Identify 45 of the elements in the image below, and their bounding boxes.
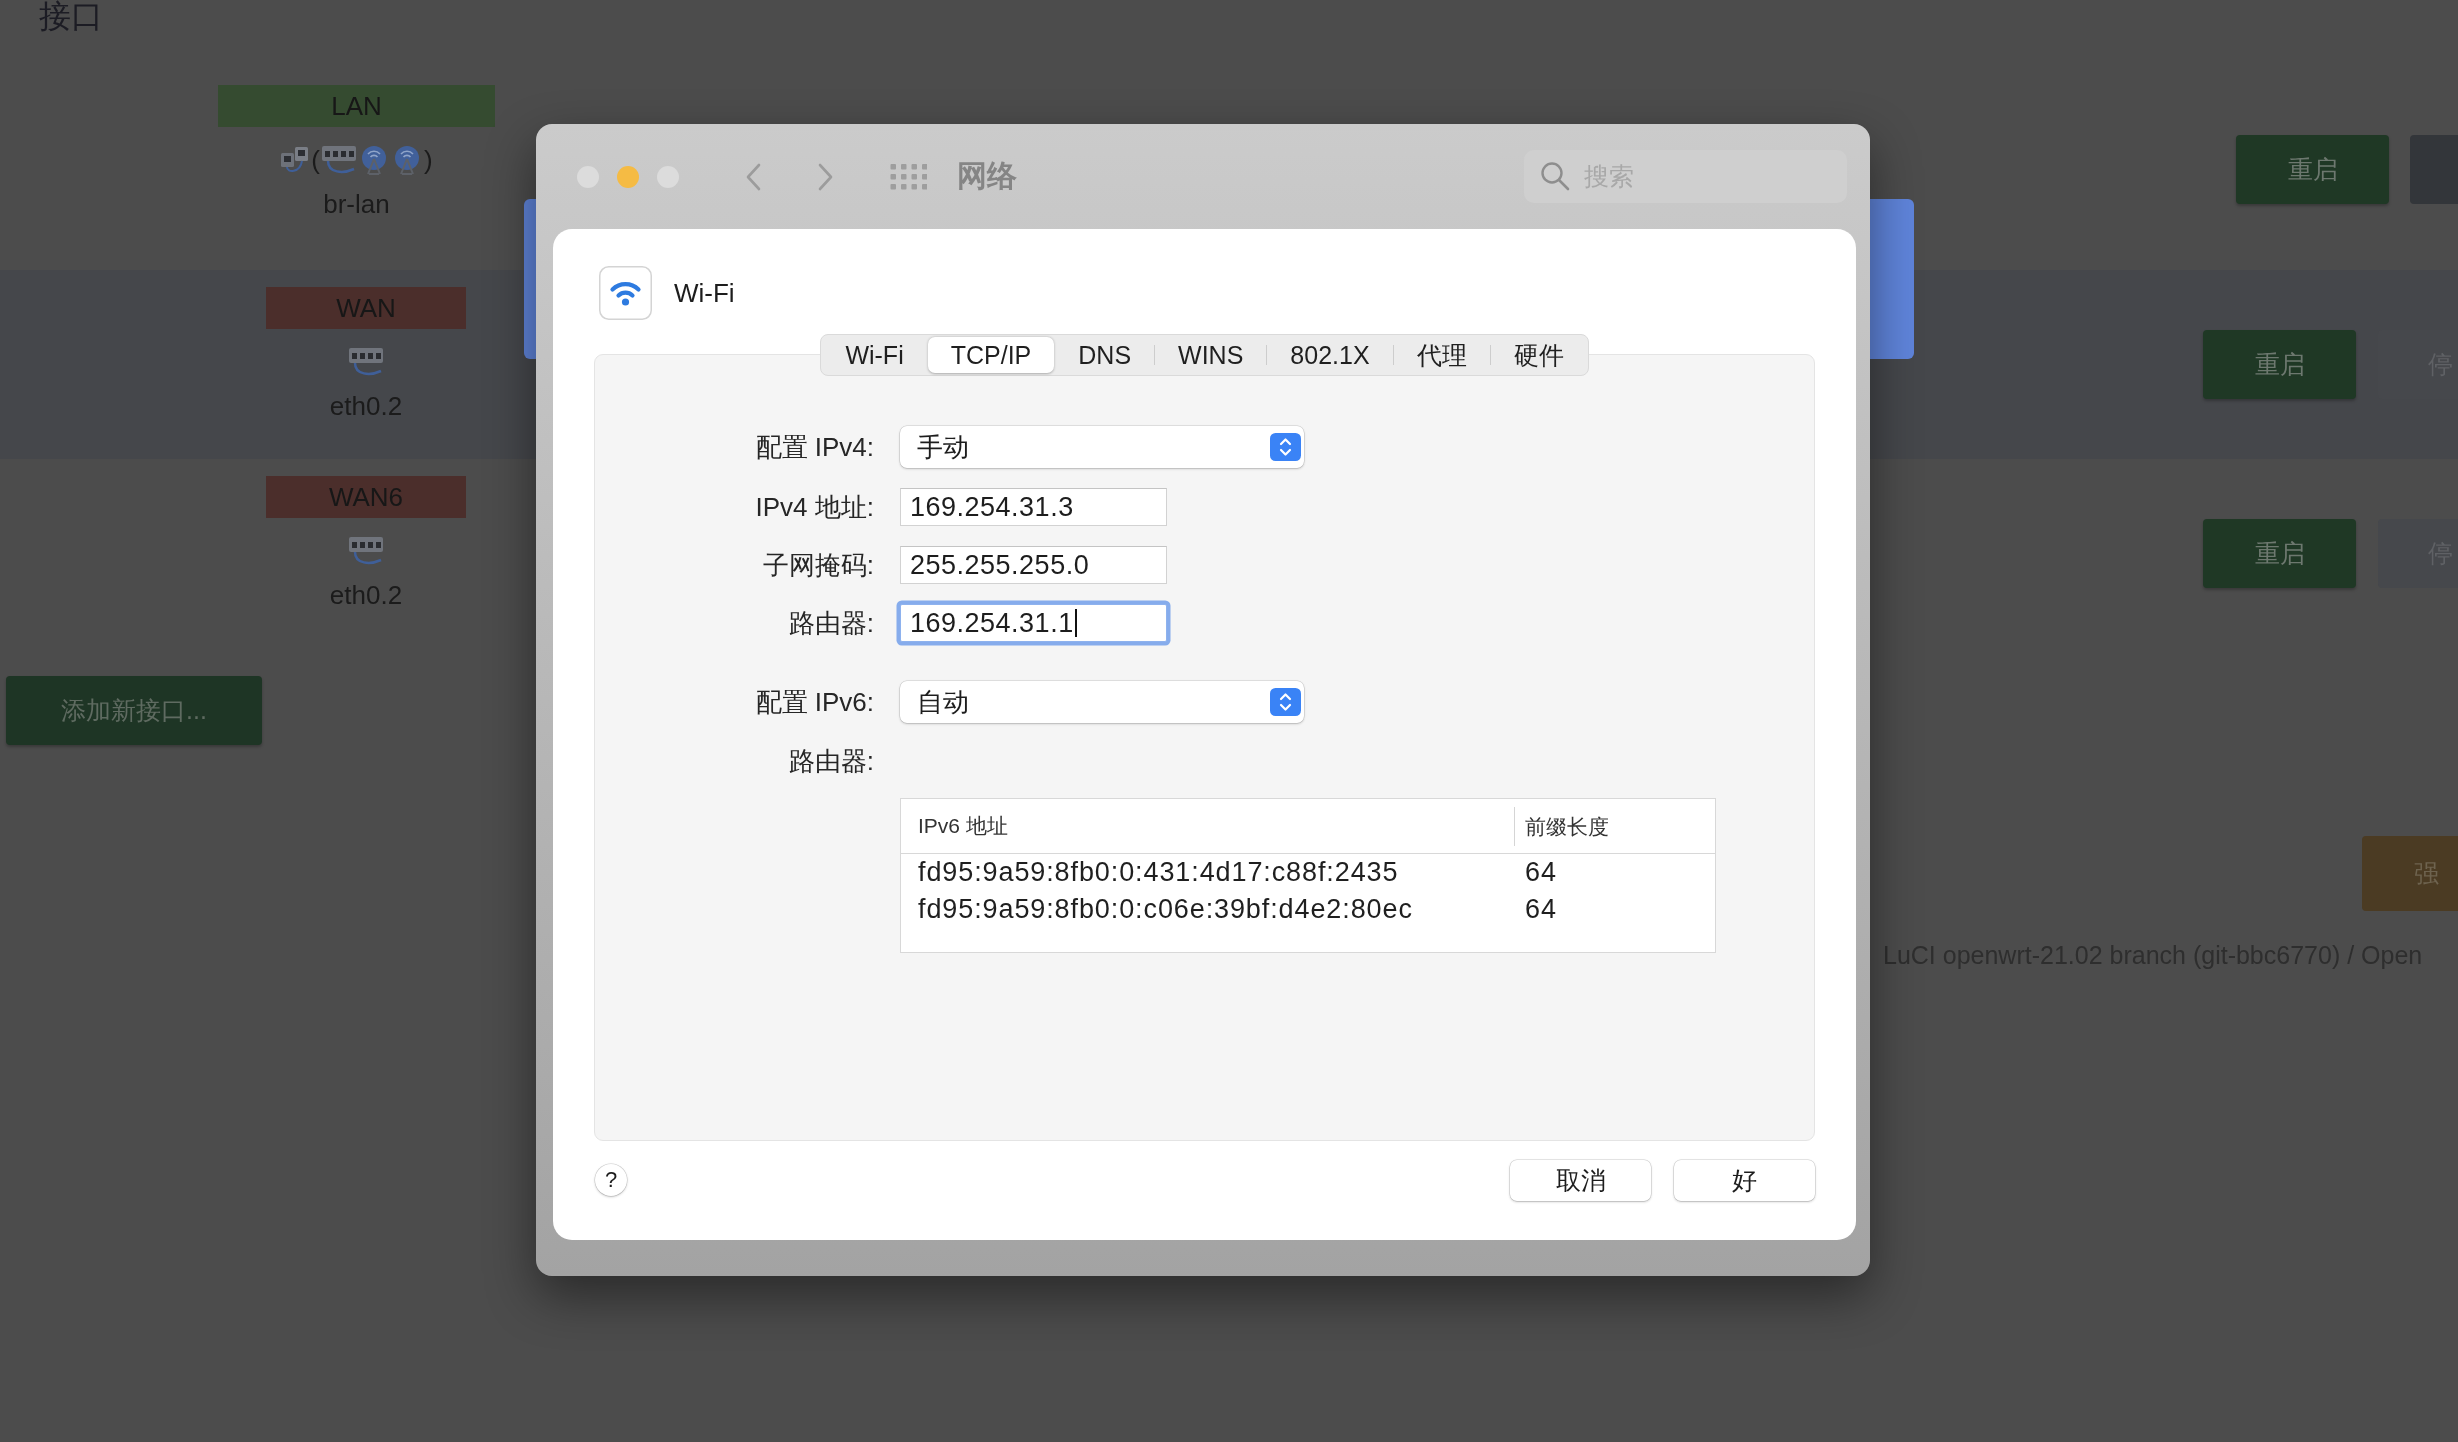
stepper-icon xyxy=(1270,688,1301,716)
table-cell-text: 64 xyxy=(1524,894,1557,925)
bracket-text: ) xyxy=(424,144,433,176)
tab[interactable]: 硬件 xyxy=(1490,337,1587,373)
search-icon xyxy=(1540,161,1570,191)
network-switch-icon xyxy=(321,145,357,175)
dropdown[interactable]: 手动 xyxy=(900,426,1304,468)
minimize-button[interactable] xyxy=(617,165,639,188)
service-name: Wi-Fi xyxy=(674,277,735,309)
window-title: 网络 xyxy=(957,158,1017,194)
field-label: 子网掩码: xyxy=(761,548,875,582)
dialog-button[interactable]: 取消 xyxy=(1510,1159,1651,1201)
text-cursor-icon xyxy=(1074,609,1077,637)
table-cell-text: fd95:9a59:8fb0:0:c06e:39bf:d4e2:80ec xyxy=(917,894,1414,925)
field-label: 配置 IPv6: xyxy=(754,685,875,719)
field-label: 路由器: xyxy=(787,744,875,778)
tab[interactable]: DNS xyxy=(1055,337,1155,373)
bracket-text: ( xyxy=(311,144,320,176)
grid-icon[interactable] xyxy=(890,163,927,190)
column-header: 前缀长度 xyxy=(1514,806,1609,846)
chevron-left-icon[interactable] xyxy=(745,162,761,191)
table-cell-text: 64 xyxy=(1524,857,1557,888)
tab[interactable]: 代理 xyxy=(1393,337,1490,373)
help-button[interactable]: ? xyxy=(595,1164,627,1196)
field-label: 路由器: xyxy=(787,606,875,640)
action-button[interactable] xyxy=(2410,134,2458,204)
dialog-button[interactable]: 好 xyxy=(1674,1159,1815,1201)
network-switch-icon xyxy=(348,536,384,566)
field-label: 配置 IPv4: xyxy=(754,430,875,464)
wifi-icon xyxy=(599,266,652,320)
tab[interactable]: 802.1X xyxy=(1267,337,1393,373)
tab[interactable]: TCP/IP xyxy=(927,337,1055,373)
column-header: IPv6 地址 xyxy=(917,813,1009,839)
tab[interactable]: Wi-Fi xyxy=(822,337,927,373)
bridge-icon xyxy=(280,146,311,174)
dropdown[interactable]: 自动 xyxy=(900,681,1304,723)
network-switch-icon xyxy=(348,347,384,377)
stepper-icon xyxy=(1270,433,1301,461)
tab[interactable]: WINS xyxy=(1155,337,1267,373)
chevron-right-icon[interactable] xyxy=(818,162,834,191)
text-field[interactable]: 169.254.31.3 xyxy=(900,488,1167,526)
text-field[interactable]: 255.255.255.0 xyxy=(900,546,1167,584)
table-cell-text: fd95:9a59:8fb0:0:431:4d17:c88f:2435 xyxy=(917,857,1400,888)
text-field[interactable]: 169.254.31.1 xyxy=(900,604,1167,642)
field-label: IPv4 地址: xyxy=(754,490,875,524)
